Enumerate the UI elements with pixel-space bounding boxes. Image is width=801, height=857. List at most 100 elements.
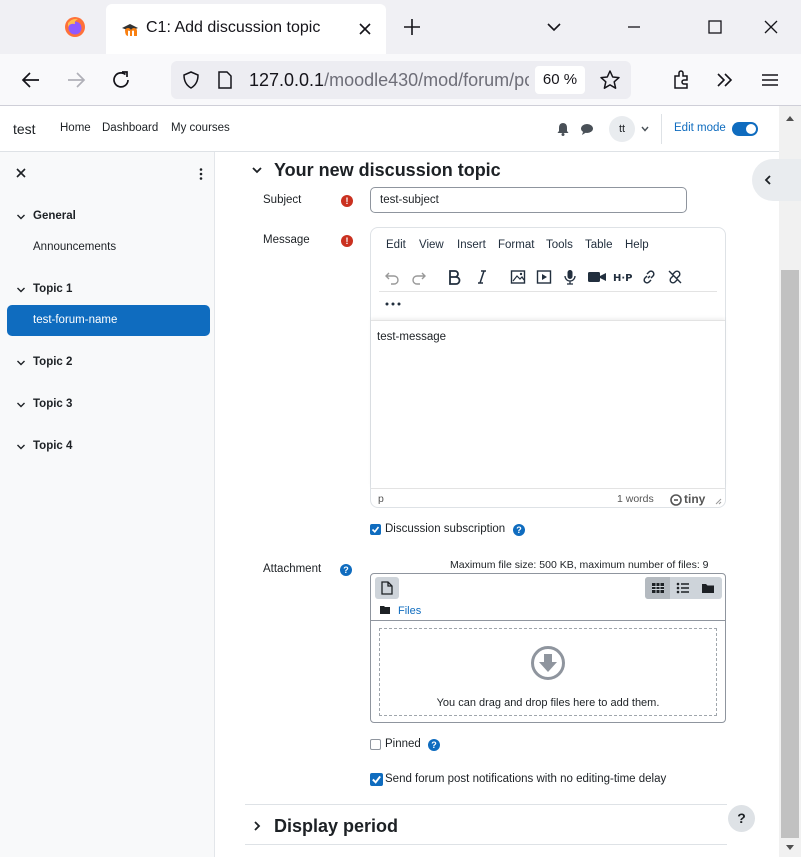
browser-nav-bar: 127.0.0.1/moodle430/mod/forum/pc 60 % xyxy=(0,54,801,106)
help-icon[interactable]: ? xyxy=(428,739,440,751)
chevron-right-icon[interactable] xyxy=(251,820,263,832)
menu-view[interactable]: View xyxy=(419,239,444,251)
chevron-down-icon[interactable] xyxy=(16,400,26,410)
required-icon[interactable]: ! xyxy=(341,235,353,247)
browser-tab-active[interactable]: C1: Add discussion topic xyxy=(106,4,386,54)
chevron-down-icon[interactable] xyxy=(16,358,26,368)
word-count[interactable]: 1 words xyxy=(617,493,654,505)
chevron-down-icon[interactable] xyxy=(251,164,263,176)
file-manager-divider xyxy=(371,620,725,621)
drop-zone-text: You can drag and drop files here to add … xyxy=(436,697,660,709)
activity-test-forum-name[interactable]: test-forum-name xyxy=(7,305,210,336)
menu-help[interactable]: Help xyxy=(625,239,649,251)
kebab-menu-icon[interactable] xyxy=(196,166,206,182)
element-path[interactable]: p xyxy=(378,493,384,505)
hamburger-menu-icon[interactable] xyxy=(758,68,782,92)
scroll-up-icon[interactable] xyxy=(785,114,795,122)
tiny-brand[interactable]: tiny xyxy=(670,492,705,506)
firefox-icon[interactable] xyxy=(64,16,86,38)
menu-tools[interactable]: Tools xyxy=(546,239,573,251)
link-icon[interactable] xyxy=(641,269,657,285)
italic-icon[interactable] xyxy=(474,269,490,285)
pinned-label[interactable]: Pinned xyxy=(385,738,421,750)
menu-format[interactable]: Format xyxy=(498,239,534,251)
media-icon[interactable] xyxy=(536,269,552,285)
add-file-button[interactable] xyxy=(375,577,399,599)
image-icon[interactable] xyxy=(510,269,526,285)
discussion-subscription-checkbox[interactable] xyxy=(370,524,381,535)
forward-icon[interactable] xyxy=(64,68,88,92)
file-drop-zone[interactable]: You can drag and drop files here to add … xyxy=(379,628,717,716)
more-tools-icon[interactable] xyxy=(713,68,737,92)
record-audio-icon[interactable] xyxy=(562,269,578,285)
list-view-icon[interactable] xyxy=(676,581,690,595)
edit-mode-toggle[interactable] xyxy=(732,122,758,136)
activity-announcements[interactable]: Announcements xyxy=(33,241,116,253)
close-tab-icon[interactable] xyxy=(356,20,374,38)
url-text[interactable]: 127.0.0.1/moodle430/mod/forum/pc xyxy=(249,70,529,91)
checkmark-icon xyxy=(371,526,380,534)
scrollbar-thumb[interactable] xyxy=(781,270,799,838)
folder-view-icon[interactable] xyxy=(701,581,715,595)
nav-home[interactable]: Home xyxy=(60,122,91,134)
zoom-level-button[interactable]: 60 % xyxy=(535,66,585,94)
tiny-logo-icon xyxy=(670,494,682,506)
edit-mode-label[interactable]: Edit mode xyxy=(674,122,726,134)
bookmark-star-icon[interactable] xyxy=(599,69,621,91)
minimize-icon[interactable] xyxy=(622,15,646,39)
back-icon[interactable] xyxy=(19,68,43,92)
display-period-legend[interactable]: Display period xyxy=(274,816,398,837)
open-block-drawer-button[interactable] xyxy=(752,159,801,201)
nav-dashboard[interactable]: Dashboard xyxy=(102,122,158,134)
menu-table[interactable]: Table xyxy=(585,239,613,251)
tab-list-chevron-icon[interactable] xyxy=(542,15,566,39)
subject-label: Subject xyxy=(263,194,302,206)
site-brand[interactable]: test xyxy=(13,121,36,137)
chevron-down-icon[interactable] xyxy=(16,285,26,295)
chevron-down-icon[interactable] xyxy=(640,124,650,134)
required-icon[interactable]: ! xyxy=(341,195,353,207)
grid-view-icon[interactable] xyxy=(651,581,665,595)
resize-handle-icon[interactable] xyxy=(714,497,722,505)
editor-content-area[interactable]: test-message xyxy=(371,320,725,488)
messages-icon[interactable] xyxy=(580,122,594,136)
close-drawer-icon[interactable] xyxy=(14,166,28,180)
discussion-subscription-label[interactable]: Discussion subscription xyxy=(385,523,505,535)
h5p-icon[interactable]: H·P xyxy=(613,269,633,285)
extensions-icon[interactable] xyxy=(669,68,693,92)
files-path-link[interactable]: Files xyxy=(398,605,421,617)
more-toolbar-icon[interactable] xyxy=(383,299,403,309)
bold-icon[interactable] xyxy=(446,269,462,285)
tracking-shield-icon[interactable] xyxy=(181,70,201,90)
reload-icon[interactable] xyxy=(109,68,133,92)
no-delay-label[interactable]: Send forum post notifications with no ed… xyxy=(385,773,666,785)
page-info-icon[interactable] xyxy=(217,70,233,90)
nav-my-courses[interactable]: My courses xyxy=(171,122,230,134)
view-switcher xyxy=(645,577,722,599)
url-bar[interactable]: 127.0.0.1/moodle430/mod/forum/pc 60 % xyxy=(171,61,631,99)
menu-insert[interactable]: Insert xyxy=(457,239,486,251)
pinned-checkbox[interactable] xyxy=(370,739,381,750)
help-button[interactable]: ? xyxy=(728,805,755,832)
redo-icon[interactable] xyxy=(411,269,427,285)
help-icon[interactable]: ? xyxy=(340,564,352,576)
tiny-brand-label: tiny xyxy=(684,492,706,506)
maximize-icon[interactable] xyxy=(703,15,727,39)
bell-icon[interactable] xyxy=(556,122,570,136)
fieldset-legend[interactable]: Your new discussion topic xyxy=(274,160,501,181)
menu-edit[interactable]: Edit xyxy=(386,239,406,251)
new-tab-icon[interactable] xyxy=(402,17,422,37)
unlink-icon[interactable] xyxy=(667,269,683,285)
scroll-down-icon[interactable] xyxy=(785,844,795,852)
no-delay-checkbox[interactable] xyxy=(370,773,383,786)
chevron-down-icon[interactable] xyxy=(16,442,26,452)
undo-icon[interactable] xyxy=(384,269,400,285)
help-icon[interactable]: ? xyxy=(513,524,525,536)
user-avatar[interactable]: tt xyxy=(609,116,635,142)
record-video-icon[interactable] xyxy=(587,269,607,285)
editor-text[interactable]: test-message xyxy=(377,331,446,343)
chevron-down-icon[interactable] xyxy=(16,212,26,222)
close-window-icon[interactable] xyxy=(759,15,783,39)
page-scrollbar[interactable] xyxy=(779,106,801,857)
subject-input[interactable]: test-subject xyxy=(370,187,687,213)
